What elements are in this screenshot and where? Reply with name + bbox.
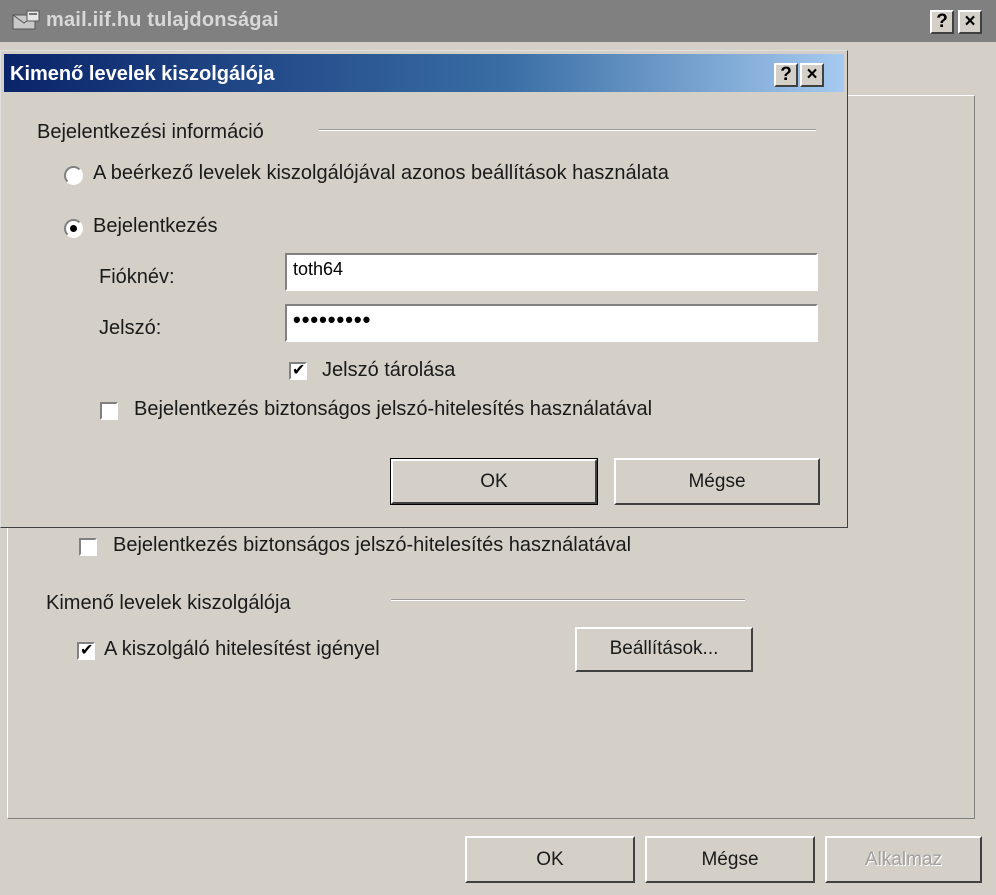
parent-title: mail.iif.hu tulajdonságai	[46, 9, 279, 31]
apply-button[interactable]: Alkalmaz	[825, 836, 982, 883]
radio-same-settings[interactable]	[64, 166, 83, 185]
dialog-cancel-button[interactable]: Mégse	[614, 458, 820, 505]
radio-login-label: Bejelentkezés	[93, 215, 218, 237]
outgoing-group-line	[391, 599, 745, 601]
check-icon: ✔	[292, 362, 306, 379]
outgoing-group-label: Kimenő levelek kiszolgálója	[46, 592, 291, 614]
parent-help-button[interactable]: ?	[930, 10, 954, 34]
radio-same-settings-label: A beérkező levelek kiszolgálójával azono…	[93, 162, 669, 184]
dialog-ok-label: OK	[480, 471, 508, 492]
account-name-input[interactable]: toth64	[285, 253, 818, 291]
login-info-group-label: Bejelentkezési információ	[37, 121, 264, 143]
dialog-title-bar[interactable]: Kimenő levelek kiszolgálója ? ×	[4, 54, 844, 92]
password-input[interactable]: •••••••••	[285, 304, 818, 342]
remember-password-label: Jelszó tárolása	[322, 359, 456, 381]
settings-button[interactable]: Beállítások...	[575, 627, 753, 672]
spa-checkbox[interactable]	[100, 402, 118, 420]
parent-secure-auth-label: Bejelentkezés biztonságos jelszó-hiteles…	[113, 534, 632, 556]
remember-password-checkbox[interactable]: ✔	[289, 362, 307, 380]
dialog-title: Kimenő levelek kiszolgálója	[10, 63, 275, 85]
check-icon: ✔	[80, 642, 94, 659]
parent-title-bar[interactable]: mail.iif.hu tulajdonságai ? ×	[0, 0, 996, 42]
requires-auth-checkbox[interactable]: ✔	[77, 642, 95, 660]
outgoing-server-dialog: Kimenő levelek kiszolgálója ? × Bejelent…	[0, 50, 848, 528]
mail-server-icon	[12, 10, 40, 30]
requires-auth-label: A kiszolgáló hitelesítést igényel	[104, 638, 380, 660]
radio-selected-dot	[70, 225, 77, 232]
dialog-ok-button[interactable]: OK	[390, 458, 598, 505]
parent-secure-auth-checkbox[interactable]	[79, 538, 97, 556]
login-info-group-line	[319, 129, 816, 131]
radio-login[interactable]	[64, 219, 83, 238]
parent-ok-button[interactable]: OK	[465, 836, 635, 883]
spa-label: Bejelentkezés biztonságos jelszó-hiteles…	[134, 398, 653, 420]
password-label: Jelszó:	[99, 317, 162, 339]
dialog-help-button[interactable]: ?	[774, 63, 798, 87]
parent-cancel-button[interactable]: Mégse	[645, 836, 815, 883]
account-name-label: Fióknév:	[99, 266, 175, 288]
parent-close-button[interactable]: ×	[958, 10, 982, 34]
dialog-close-button[interactable]: ×	[800, 63, 824, 87]
